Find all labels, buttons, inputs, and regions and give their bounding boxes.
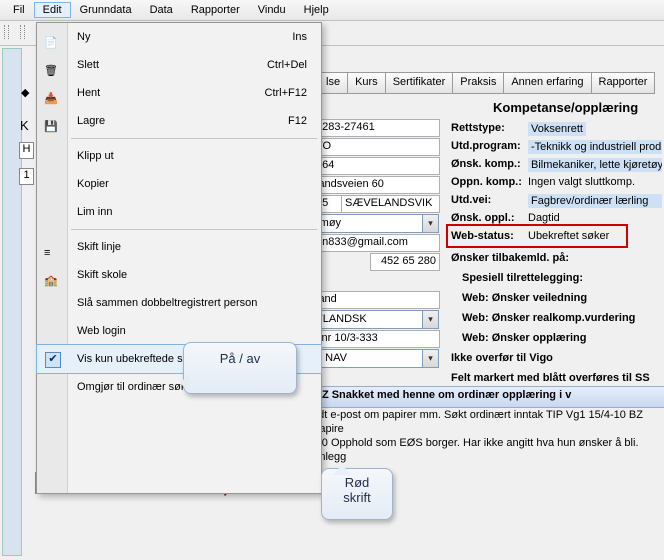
- menu-rapporter[interactable]: Rapporter: [182, 2, 249, 18]
- field-phone[interactable]: 452 65 280: [370, 253, 440, 271]
- menu-hjelp[interactable]: Hjelp: [295, 2, 338, 18]
- tab-praksis[interactable]: Praksis: [452, 72, 504, 94]
- tab-rapporter[interactable]: Rapporter: [591, 72, 656, 94]
- combo-tlandsk[interactable]: TLANDSK: [312, 310, 439, 329]
- field-564[interactable]: 564: [312, 157, 440, 175]
- menuitem-web-login[interactable]: Web login: [37, 317, 321, 345]
- menuitem-slett[interactable]: 🗑 Slett Ctrl+Del: [37, 51, 321, 79]
- menuitem-label: Klipp ut: [77, 150, 114, 162]
- edit-dropdown: 📄 Ny Ins 🗑 Slett Ctrl+Del 📥 Hent Ctrl+F1…: [36, 22, 322, 494]
- delete-icon: 🗑: [44, 57, 60, 73]
- bz-line2: -10 Opphold som EØS borger. Har ikke ang…: [312, 437, 639, 463]
- rettstype-value[interactable]: Voksenrett: [528, 122, 586, 136]
- check-icon: ✔: [45, 352, 61, 368]
- weboppl-label: Web: Ønsker opplæring: [462, 332, 586, 344]
- webveil-label: Web: Ønsker veiledning: [462, 292, 587, 304]
- field-email[interactable]: rin833@gmail.com: [312, 234, 440, 252]
- section-title: Kompetanse/opplæring: [493, 100, 638, 115]
- palette-icon: ◆: [21, 86, 35, 100]
- menu-data[interactable]: Data: [141, 2, 182, 18]
- oppnkomp-label: Oppn. komp.:: [451, 176, 522, 188]
- menuitem-kopier[interactable]: Kopier: [37, 170, 321, 198]
- field-to[interactable]: TO: [312, 138, 440, 156]
- menuitem-lagre[interactable]: 💾 Lagre F12: [37, 107, 321, 135]
- menuitem-skift-linje[interactable]: ≡ Skift linje: [37, 233, 321, 261]
- separator: [71, 138, 317, 139]
- menuitem-shortcut: Ctrl+F12: [265, 79, 308, 107]
- callout-rod-skrift: Rød skrift: [321, 468, 393, 520]
- combo-rmoy[interactable]: rmøy: [312, 214, 439, 233]
- tilbakemeld-label: Ønsker tilbakemld. på:: [451, 252, 569, 264]
- utdprogram-value[interactable]: -Teknikk og industriell prod: [528, 140, 662, 154]
- menuitem-label: Lim inn: [77, 206, 112, 218]
- left-sidebar: [2, 48, 22, 556]
- new-icon: 📄: [44, 29, 60, 45]
- menuitem-skift-skole[interactable]: 🏫 Skift skole: [37, 261, 321, 289]
- menu-grunndata[interactable]: Grunndata: [71, 2, 141, 18]
- menu-vindu[interactable]: Vindu: [249, 2, 295, 18]
- menuitem-klippu[interactable]: Klipp ut: [37, 142, 321, 170]
- separator: [71, 229, 317, 230]
- menuitem-label: Slå sammen dobbeltregistrert person: [77, 297, 257, 309]
- menuitem-label: Kopier: [77, 178, 109, 190]
- spesiell-label: Spesiell tilrettelegging:: [462, 272, 583, 284]
- onskoppl-value: Dagtid: [528, 212, 560, 224]
- toolbar-grip: [4, 25, 9, 39]
- toolbar-grip: [20, 25, 25, 39]
- menuitem-label: Hent: [77, 87, 100, 99]
- menuitem-label: Lagre: [77, 115, 105, 127]
- tab-row: lse Kurs Sertifikater Praksis Annen erfa…: [318, 72, 654, 94]
- field-knr[interactable]: knr 10/3-333: [312, 330, 440, 348]
- menuitem-label: Web login: [77, 325, 126, 337]
- onskkomp-label: Ønsk. komp.:: [451, 158, 521, 170]
- menuitem-label: Skift linje: [77, 241, 121, 253]
- callout-paa-av: På / av: [183, 342, 297, 394]
- field-poststed[interactable]: SÆVELANDSVIK: [341, 195, 440, 213]
- left-letter-h[interactable]: H: [19, 142, 34, 159]
- oppnkomp-value: Ingen valgt sluttkomp.: [528, 176, 635, 188]
- left-num[interactable]: 1: [19, 168, 34, 185]
- onskkomp-value[interactable]: Bilmekaniker, lette kjøretøy: [528, 158, 662, 172]
- menuitem-slaa-sammen[interactable]: Slå sammen dobbeltregistrert person: [37, 289, 321, 317]
- menuitem-label: Ny: [77, 31, 90, 43]
- menu-fil[interactable]: Fil: [4, 2, 34, 18]
- line-icon: ≡: [44, 239, 60, 255]
- combo-nav[interactable]: e NAV: [312, 349, 439, 368]
- webstatus-highlight: [446, 224, 628, 248]
- school-icon: 🏫: [44, 267, 60, 283]
- rettstype-label: Rettstype:: [451, 122, 505, 134]
- menuitem-label: Skift skole: [77, 269, 127, 281]
- tab-kurs[interactable]: Kurs: [347, 72, 386, 94]
- menu-edit[interactable]: Edit: [34, 2, 71, 18]
- utdvei-label: Utd.vei:: [451, 194, 491, 206]
- bz-titlebar: BZ Snakket med henne om ordinær opplærin…: [307, 386, 664, 408]
- bz-body: ndt e-post om papirer mm. Søkt ordinært …: [312, 408, 660, 464]
- field-id[interactable]: 1283-27461: [312, 119, 440, 137]
- menuitem-hent[interactable]: 📥 Hent Ctrl+F12: [37, 79, 321, 107]
- field-addr[interactable]: landsveien 60: [312, 176, 440, 194]
- menuitem-shortcut: F12: [288, 107, 307, 135]
- left-letter-k: K: [20, 118, 29, 133]
- menuitem-label: Slett: [77, 59, 99, 71]
- menubar: Fil Edit Grunndata Data Rapporter Vindu …: [0, 0, 664, 21]
- onskoppl-label: Ønsk. oppl.:: [451, 212, 515, 224]
- tab-lse[interactable]: lse: [318, 72, 348, 94]
- ikkevigo-label: Ikke overfør til Vigo: [451, 352, 553, 364]
- fetch-icon: 📥: [44, 85, 60, 101]
- utdprogram-label: Utd.program:: [451, 140, 521, 152]
- tab-sertifikater[interactable]: Sertifikater: [385, 72, 454, 94]
- save-icon: 💾: [44, 113, 60, 129]
- webreal-label: Web: Ønsker realkomp.vurdering: [462, 312, 635, 324]
- field-land[interactable]: land: [312, 291, 440, 309]
- menuitem-liminn[interactable]: Lim inn: [37, 198, 321, 226]
- bz-line1: ndt e-post om papirer mm. Søkt ordinært …: [312, 409, 643, 435]
- menuitem-ny[interactable]: 📄 Ny Ins: [37, 23, 321, 51]
- tab-annen-erfaring[interactable]: Annen erfaring: [503, 72, 591, 94]
- menuitem-shortcut: Ctrl+Del: [267, 51, 307, 79]
- feltblaa-label: Felt markert med blått overføres til SS: [451, 372, 650, 384]
- utdvei-value[interactable]: Fagbrev/ordinær lærling: [528, 194, 662, 208]
- menuitem-shortcut: Ins: [292, 23, 307, 51]
